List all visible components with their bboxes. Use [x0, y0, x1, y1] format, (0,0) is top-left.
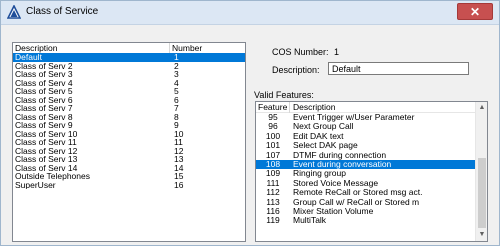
- features-list[interactable]: Feature Description 95 Event Trigger w/Us…: [255, 101, 488, 242]
- list-item[interactable]: Outside Telephones 15: [13, 172, 245, 181]
- cos-list-header: Description Number: [13, 43, 245, 53]
- list-item[interactable]: Class of Serv 6 6: [13, 94, 245, 105]
- table-row[interactable]: 113 Group Call w/ ReCall or Stored m: [256, 197, 475, 207]
- table-row[interactable]: 119 MultiTalk: [256, 215, 475, 226]
- list-item-description: Class of Serv 12: [15, 146, 78, 155]
- column-header-description[interactable]: Description: [13, 43, 170, 53]
- list-item-description: Class of Serv 13: [15, 155, 78, 164]
- list-item-number: 1: [174, 52, 179, 62]
- list-item-description: Class of Serv 2: [15, 61, 73, 70]
- cos-list-rows: Default 1 Class of Serv 2 2 Class of Serv 3 3…: [13, 53, 245, 189]
- list-item[interactable]: Class of Serv 11 11: [13, 138, 245, 147]
- list-item-description: SuperUser: [15, 180, 56, 189]
- list-item-number: 6: [174, 94, 179, 105]
- table-row[interactable]: 101 Select DAK page: [256, 140, 475, 151]
- feature-description: Ringing group: [293, 169, 346, 179]
- column-header-number[interactable]: Number: [170, 43, 245, 53]
- feature-description: Event during conversation: [293, 159, 392, 169]
- table-row[interactable]: 109 Ringing group: [256, 168, 475, 179]
- list-item[interactable]: Class of Serv 99: [13, 121, 245, 130]
- list-item[interactable]: Class of Serv 4 4: [13, 77, 245, 88]
- table-row[interactable]: 96 Next Group Call: [256, 121, 475, 132]
- feature-description: Group Call w/ ReCall or Stored m: [293, 197, 420, 207]
- list-item[interactable]: Class of Serv 14 14: [13, 163, 245, 173]
- description-input[interactable]: [328, 62, 469, 75]
- list-item[interactable]: Default 1: [13, 53, 245, 62]
- table-row[interactable]: 112 Remote ReCall or Stored msg act.: [256, 187, 475, 198]
- scroll-up-arrow-icon[interactable]: ▲: [476, 102, 487, 114]
- list-item-description: Class of Serv 5: [15, 87, 73, 96]
- table-row[interactable]: 116 Mixer Station Volume: [256, 206, 475, 216]
- list-item[interactable]: SuperUser 16: [13, 179, 245, 190]
- list-item[interactable]: Class of Serv 8 8: [13, 111, 245, 122]
- list-item-description: Class of Serv 6: [15, 95, 73, 104]
- list-item[interactable]: Class of Serv 7 7: [13, 104, 245, 113]
- valid-features-label: Valid Features:: [254, 90, 314, 100]
- list-item-description: Class of Serv 14: [15, 163, 78, 172]
- list-item-number: 3: [174, 69, 179, 79]
- list-item[interactable]: Class of Serv 5 5: [13, 87, 245, 96]
- list-item[interactable]: Class of Serv 10 10: [13, 129, 245, 139]
- list-item-number: 2: [174, 60, 179, 71]
- list-item-description: Class of Serv 10: [15, 129, 78, 138]
- feature-description: MultiTalk: [293, 216, 327, 226]
- feature-description: Select DAK page: [293, 141, 358, 151]
- list-item-description: Class of Serv 9: [15, 121, 73, 130]
- description-label: Description:: [272, 65, 320, 75]
- cos-number-value: 1: [334, 47, 340, 57]
- table-row[interactable]: 107 DTMF during connection: [256, 150, 475, 160]
- list-item-number: 16: [174, 179, 184, 190]
- list-item-description: Class of Serv 11: [15, 138, 77, 147]
- list-item[interactable]: Class of Serv 12 12: [13, 146, 245, 156]
- list-item-description: Class of Serv 7: [15, 104, 73, 113]
- class-of-service-window: Class of Service ✕ Description Number De…: [0, 0, 500, 246]
- list-item[interactable]: Class of Serv 13 13: [13, 155, 245, 164]
- title-bar[interactable]: Class of Service ✕: [1, 1, 499, 25]
- close-icon: ✕: [469, 4, 481, 19]
- features-list-rows: 95 Event Trigger w/User Parameter 96 Next G…: [256, 112, 475, 226]
- table-row[interactable]: 95 Event Trigger w/User Parameter: [256, 112, 475, 122]
- table-row[interactable]: 111 Stored Voice Message: [256, 178, 475, 188]
- feature-description: Mixer Station Volume: [293, 206, 374, 216]
- list-item-description: Default: [15, 53, 42, 62]
- close-button[interactable]: ✕: [457, 3, 493, 20]
- feature-number: 119: [266, 215, 280, 226]
- cos-number-label: COS Number:: [272, 47, 329, 57]
- vertical-scrollbar[interactable]: ▲ ▼: [475, 102, 487, 241]
- list-item-description: Class of Serv 3: [15, 70, 73, 79]
- features-list-header: Feature Description: [256, 102, 475, 113]
- feature-description: Edit DAK text: [293, 131, 344, 141]
- list-item-number: 7: [174, 103, 179, 113]
- list-item-description: Outside Telephones: [15, 172, 90, 181]
- list-item[interactable]: Class of Serv 2 2: [13, 60, 245, 71]
- list-item-number: 5: [174, 86, 179, 96]
- feature-description: Event Trigger w/User Parameter: [293, 113, 415, 122]
- list-item-number: 8: [174, 111, 179, 122]
- list-item-number: 4: [174, 77, 179, 88]
- feature-description: DTMF during connection: [293, 150, 387, 160]
- list-item[interactable]: Class of Serv 3 3: [13, 70, 245, 79]
- list-item-description: Class of Serv 8: [15, 112, 73, 121]
- feature-description: Stored Voice Message: [293, 178, 379, 188]
- cos-list[interactable]: Description Number Default 1 Class of Serv…: [12, 42, 246, 242]
- scroll-down-arrow-icon[interactable]: ▼: [476, 229, 487, 241]
- window-title: Class of Service: [26, 6, 99, 17]
- feature-description: Remote ReCall or Stored msg act.: [293, 188, 423, 198]
- table-row[interactable]: 100 Edit DAK text: [256, 131, 475, 141]
- scrollbar-thumb[interactable]: [478, 158, 486, 228]
- column-header-feature-description[interactable]: Description: [290, 102, 475, 113]
- feature-description: Next Group Call: [293, 122, 354, 132]
- delta-triangle-icon: [6, 4, 22, 19]
- table-row[interactable]: 108 Event during conversation: [256, 159, 475, 170]
- list-item-description: Class of Serv 4: [15, 78, 73, 87]
